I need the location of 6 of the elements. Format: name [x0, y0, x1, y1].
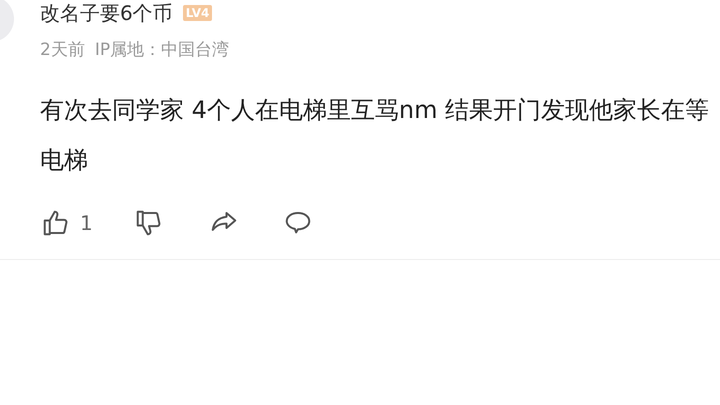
username[interactable]: 改名子要6个币 [40, 3, 173, 23]
ip-location: IP属地：中国台湾 [94, 42, 230, 59]
post-time: 2天前 [40, 42, 85, 59]
level-badge: LV4 [182, 5, 212, 21]
like-button[interactable]: 1 [40, 208, 93, 238]
comment-text: 有次去同学家 4个人在电梯里互骂nm 结果开门发现他家长在等电梯 [40, 95, 710, 176]
